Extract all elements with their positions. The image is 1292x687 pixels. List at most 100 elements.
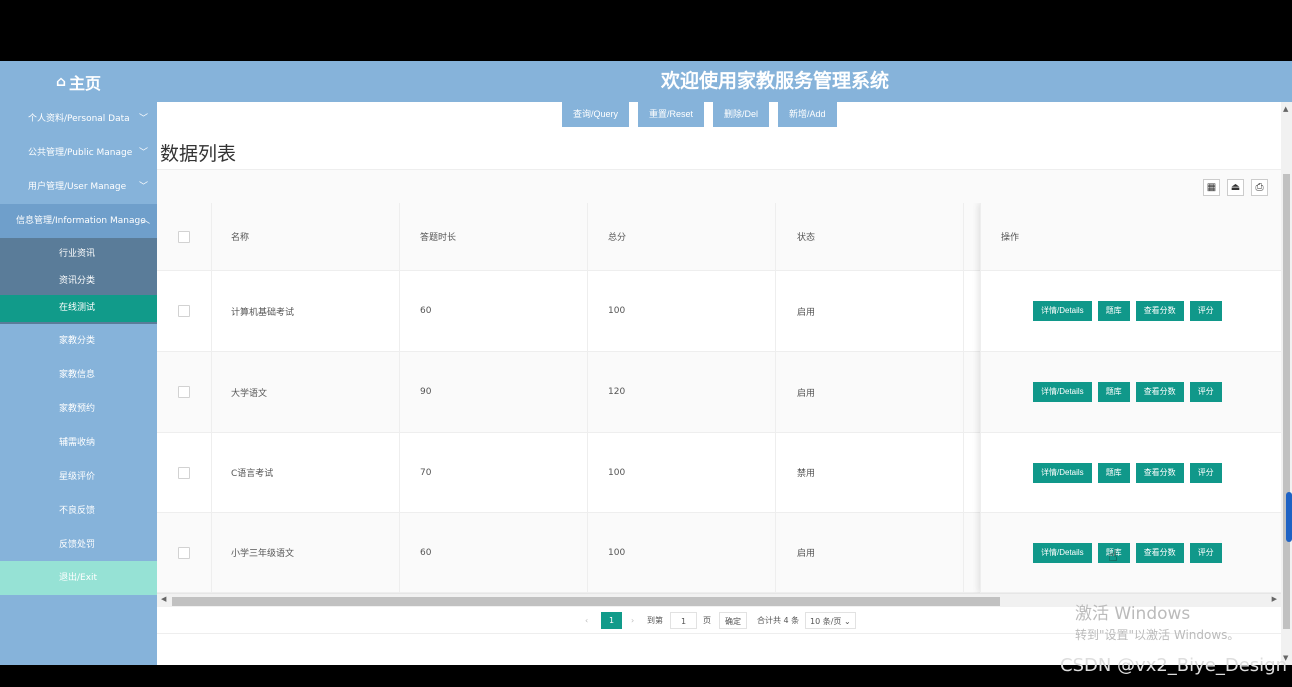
cell-name: 小学三年级语文 [231,549,295,559]
scroll-up-icon[interactable]: ▲ [1283,105,1288,113]
table-row: 大学语文 90 120 启用 详情/Details 题库 查看分数 评分 [157,352,1281,433]
row-actions: 详情/Details 题库 查看分数 评分 [1033,513,1228,592]
cell-score: 100 [608,467,626,478]
menu-label: 公共管理/Public Manage [28,148,133,158]
page-size-value: 10 条/页 [810,617,842,626]
add-button[interactable]: 新增/Add [778,102,837,127]
row-checkbox[interactable] [178,352,190,432]
chevron-down-icon: ﹀ [138,182,148,192]
page-size-select[interactable]: 10 条/页 ⌄ [805,612,856,629]
chevron-down-icon: ⌄ [843,617,851,626]
submenu-industry-news[interactable]: 行业资讯 [0,241,157,268]
vertical-scrollbar[interactable]: ▲ ▼ [1281,102,1292,665]
screen: ⌂ 主页 欢迎使用家教服务管理系统 个人资料/Personal Data ﹀ 公… [0,0,1292,687]
view-score-button[interactable]: 查看分数 [1135,301,1184,321]
reset-button[interactable]: 重置/Reset [638,102,705,127]
chevron-down-icon: ﹀ [138,148,148,158]
row-checkbox[interactable] [178,513,190,592]
view-score-button[interactable]: 查看分数 [1135,462,1184,483]
export-icon[interactable]: ⏏ [1227,179,1244,196]
row-actions: 详情/Details 题库 查看分数 评分 [1033,433,1228,512]
sidebar-item-feedback-penalty[interactable]: 反馈处罚 [0,528,157,562]
details-button[interactable]: 详情/Details [1033,542,1092,563]
row-checkbox[interactable] [178,271,190,351]
grade-button[interactable]: 评分 [1189,382,1222,402]
details-button[interactable]: 详情/Details [1033,301,1092,321]
next-page-icon[interactable]: › [631,612,634,629]
row-checkbox[interactable] [178,433,190,512]
column-header-duration: 答题时长 [420,233,457,243]
menu-information-manage[interactable]: 信息管理/Information Manage ︿ [0,204,157,238]
sidebar-item-tutor-category[interactable]: 家教分类 [0,324,157,358]
view-score-button[interactable]: 查看分数 [1135,382,1184,402]
query-button[interactable]: 查询/Query [562,102,630,127]
scroll-right-icon[interactable]: ▶ [1272,595,1277,603]
menu-label: 信息管理/Information Manage [16,216,146,226]
cell-status: 启用 [797,549,816,559]
goto-confirm-button[interactable]: 确定 [719,612,747,629]
cell-name: 大学语文 [231,388,268,399]
sidebar: 个人资料/Personal Data ﹀ 公共管理/Public Manage … [0,102,157,665]
column-header-score: 总分 [608,233,627,243]
grade-button[interactable]: 评分 [1189,301,1222,321]
details-button[interactable]: 详情/Details [1033,382,1092,402]
column-header-actions: 操作 [1001,233,1020,243]
home-icon: ⌂ [55,73,66,90]
cell-duration: 60 [420,306,432,316]
side-edge-handle [1286,492,1292,542]
question-bank-button[interactable]: 题库 [1097,462,1130,483]
menu-user-manage[interactable]: 用户管理/User Manage ﹀ [0,170,157,204]
cell-score: 120 [608,387,626,397]
menu-public-manage[interactable]: 公共管理/Public Manage ﹀ [0,136,157,170]
action-toolbar: 查询/Query 重置/Reset 删除/Del 新增/Add [562,102,837,127]
scroll-left-icon[interactable]: ◀ [161,595,166,603]
row-actions: 详情/Details 题库 查看分数 评分 [1033,352,1228,432]
exit-button[interactable]: 退出/Exit [0,561,157,595]
home-link[interactable]: ⌂ 主页 [0,61,157,102]
page-number-current[interactable]: 1 [601,612,622,629]
sidebar-item-needs[interactable]: 辅需收纳 [0,426,157,460]
cell-duration: 90 [420,387,432,397]
cell-name: 计算机基础考试 [231,307,295,318]
cell-duration: 70 [420,467,432,478]
watermark-line1: 激活 Windows [1075,604,1191,624]
horizontal-scroll-thumb[interactable] [172,597,1000,606]
print-icon[interactable]: ⎙ [1251,179,1268,196]
menu-label: 个人资料/Personal Data [28,114,130,124]
mouse-cursor-icon: ☝ [1108,546,1118,565]
page-title: 数据列表 [160,143,237,165]
goto-page-input[interactable]: 1 [670,612,697,629]
column-header-name: 名称 [231,233,250,243]
sidebar-item-star-rating[interactable]: 星级评价 [0,460,157,494]
system-title: 欢迎使用家教服务管理系统 [660,70,889,92]
sidebar-item-tutor-info[interactable]: 家教信息 [0,358,157,392]
vertical-scroll-thumb[interactable] [1283,174,1290,629]
cell-status: 禁用 [797,469,816,479]
cell-status: 启用 [797,388,816,399]
columns-icon[interactable]: ▦ [1203,179,1220,196]
grade-button[interactable]: 评分 [1189,542,1222,563]
delete-button[interactable]: 删除/Del [713,102,770,127]
total-count: 合计共 4 条 [757,616,800,625]
table-tools: ▦ ⏏ ⎙ [157,169,1281,203]
top-bar: ⌂ 主页 欢迎使用家教服务管理系统 [0,61,1292,102]
row-actions: 详情/Details 题库 查看分数 评分 [1033,271,1228,351]
cell-duration: 60 [420,547,432,558]
sidebar-item-tutor-booking[interactable]: 家教预约 [0,392,157,426]
view-score-button[interactable]: 查看分数 [1135,542,1184,563]
chevron-up-icon: ︿ [140,216,150,226]
watermark-line2: 转到"设置"以激活 Windows。 [1075,628,1240,642]
submenu-online-test[interactable]: 在线测试 [0,295,157,322]
menu-personal-data[interactable]: 个人资料/Personal Data ﹀ [0,102,157,136]
table-header-row: 名称 答题时长 总分 状态 操作 [157,203,1281,271]
prev-page-icon[interactable]: ‹ [585,612,588,629]
cell-score: 100 [608,547,626,558]
grade-button[interactable]: 评分 [1189,462,1222,483]
submenu-news-category[interactable]: 资讯分类 [0,268,157,295]
sidebar-item-bad-feedback[interactable]: 不良反馈 [0,494,157,528]
windows-activation-watermark: 激活 Windows 转到"设置"以激活 Windows。 [1075,599,1239,643]
details-button[interactable]: 详情/Details [1033,462,1092,483]
select-all-checkbox[interactable] [178,203,190,270]
question-bank-button[interactable]: 题库 [1097,382,1130,402]
question-bank-button[interactable]: 题库 [1097,301,1130,321]
